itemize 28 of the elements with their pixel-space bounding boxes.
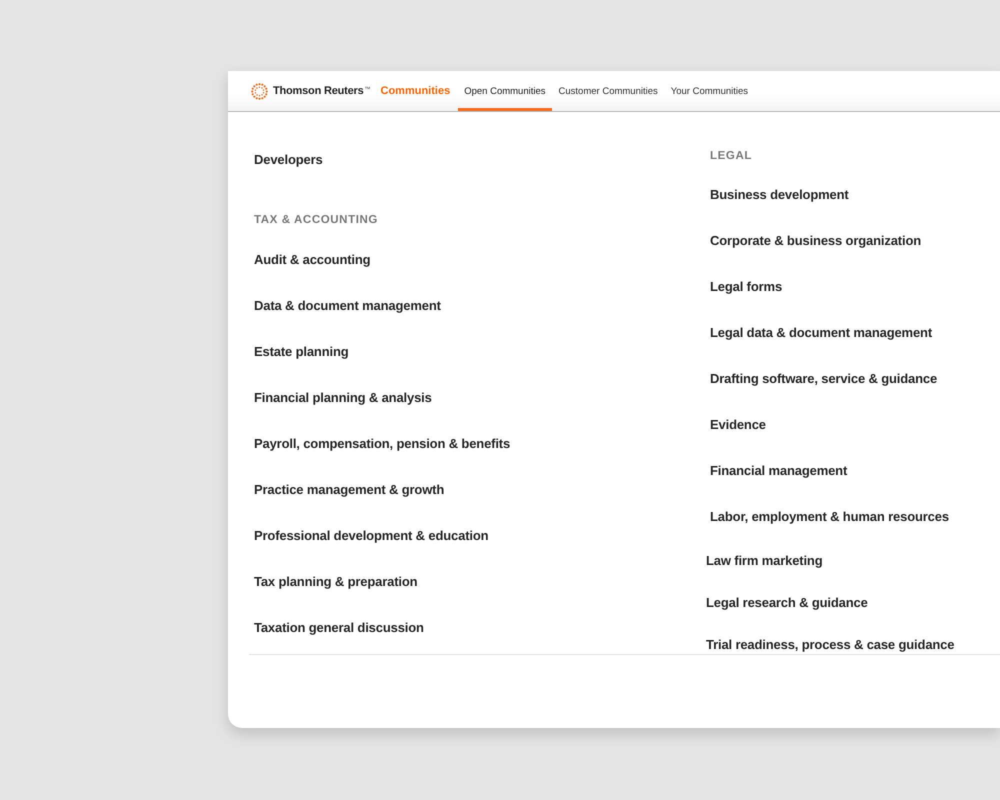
section-heading: LEGAL — [710, 148, 752, 164]
community-link[interactable]: Audit & accounting — [254, 250, 370, 268]
community-link[interactable]: Business development — [710, 186, 849, 202]
community-link[interactable]: Estate planning — [254, 342, 349, 360]
community-link[interactable]: Developers — [254, 150, 323, 168]
community-link[interactable]: Trial readiness, process & case guidance — [706, 636, 954, 652]
community-link[interactable]: Payroll, compensation, pension & benefits — [254, 434, 510, 452]
nav-tab[interactable]: Open Communities — [458, 71, 552, 111]
nav-tab[interactable]: Customer Communities — [552, 71, 664, 111]
brand-name: Thomson Reuters — [273, 85, 364, 97]
nav-tab[interactable]: Your Communities — [664, 71, 754, 111]
community-link[interactable]: Professional development & education — [254, 526, 488, 544]
community-link[interactable]: Drafting software, service & guidance — [710, 370, 938, 386]
logo-icon[interactable] — [251, 82, 268, 100]
community-link[interactable]: Evidence — [710, 416, 766, 432]
community-link[interactable]: Tax planning & preparation — [254, 572, 418, 590]
community-link[interactable]: Law firm marketing — [706, 552, 822, 568]
section-heading: TAX & ACCOUNTING — [254, 212, 378, 228]
community-link[interactable]: Legal forms — [710, 278, 782, 294]
community-link[interactable]: Financial management — [710, 462, 848, 478]
community-link[interactable]: Legal data & document management — [710, 324, 932, 340]
community-link[interactable]: Legal research & guidance — [706, 594, 868, 610]
community-link[interactable]: Financial planning & analysis — [254, 388, 432, 406]
community-link[interactable]: Labor, employment & human resources — [710, 508, 949, 524]
community-link[interactable]: Practice management & growth — [254, 480, 444, 498]
community-link[interactable]: Taxation general discussion — [254, 618, 424, 636]
community-link[interactable]: Data & document management — [254, 296, 441, 314]
community-link[interactable]: Corporate & business organization — [710, 232, 922, 248]
